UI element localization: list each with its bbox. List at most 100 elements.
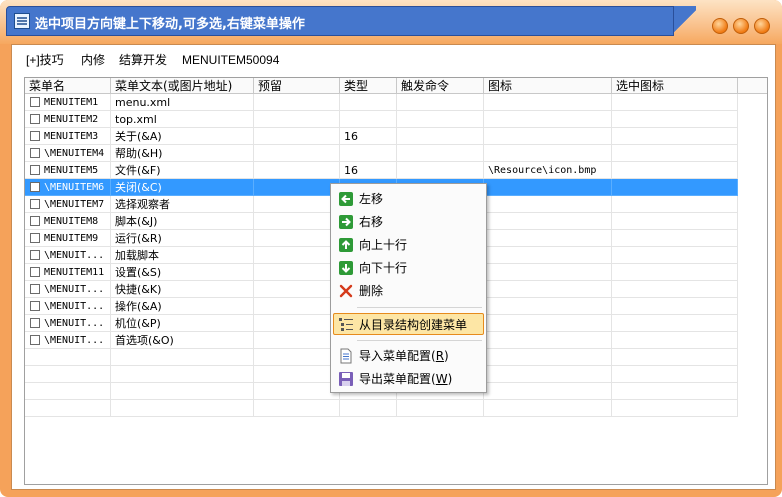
column-header-text[interactable]: 菜单文本(或图片地址) (111, 78, 254, 94)
row-checkbox[interactable] (30, 97, 40, 107)
row-checkbox[interactable] (30, 301, 40, 311)
cell-menu-text[interactable]: 关闭(&C) (111, 179, 254, 196)
cell-type[interactable] (340, 94, 397, 111)
cell-reserve[interactable] (254, 247, 340, 264)
cell-menu-name[interactable]: \MENUITEM4 (25, 145, 111, 162)
cell-reserve[interactable] (254, 111, 340, 128)
cell-menu-text[interactable]: menu.xml (111, 94, 254, 111)
cell-type[interactable] (340, 111, 397, 128)
row-checkbox[interactable] (30, 267, 40, 277)
row-checkbox[interactable] (30, 250, 40, 260)
cell-menu-text[interactable]: 脚本(&J) (111, 213, 254, 230)
cell-reserve[interactable] (254, 196, 340, 213)
cell-selected-icon[interactable] (612, 145, 738, 162)
cell-menu-name[interactable]: MENUITEM5 (25, 162, 111, 179)
cell-icon[interactable] (484, 264, 612, 281)
cell-menu-name[interactable]: MENUITEM1 (25, 94, 111, 111)
table-row[interactable]: MENUITEM2 top.xml (25, 111, 738, 128)
table-row[interactable]: MENUITEM1 menu.xml (25, 94, 738, 111)
cell-icon[interactable] (484, 179, 612, 196)
row-checkbox[interactable] (30, 318, 40, 328)
cell-icon[interactable]: \Resource\icon.bmp (484, 162, 612, 179)
cell-reserve[interactable] (254, 162, 340, 179)
cell-reserve[interactable] (254, 315, 340, 332)
cell-type[interactable] (340, 145, 397, 162)
row-checkbox[interactable] (30, 165, 40, 175)
cell-menu-name[interactable]: MENUITEM11 (25, 264, 111, 281)
cell-command[interactable] (397, 128, 484, 145)
row-checkbox[interactable] (30, 199, 40, 209)
cell-reserve[interactable] (254, 332, 340, 349)
menu-internal[interactable]: 内修 (81, 51, 105, 69)
column-header-name[interactable]: 菜单名 (25, 78, 111, 94)
ctx-import-config[interactable]: 导入菜单配置(R) (333, 345, 484, 367)
ctx-move-left[interactable]: 左移 (333, 188, 484, 210)
cell-icon[interactable] (484, 332, 612, 349)
row-checkbox[interactable] (30, 284, 40, 294)
column-header-selected-icon[interactable]: 选中图标 (612, 78, 738, 94)
ctx-move-right[interactable]: 右移 (333, 211, 484, 233)
cell-selected-icon[interactable] (612, 213, 738, 230)
cell-menu-name[interactable]: \MENUITEM7 (25, 196, 111, 213)
cell-menu-name[interactable]: MENUITEM3 (25, 128, 111, 145)
row-checkbox[interactable] (30, 182, 40, 192)
cell-selected-icon[interactable] (612, 111, 738, 128)
cell-selected-icon[interactable] (612, 230, 738, 247)
row-checkbox[interactable] (30, 216, 40, 226)
cell-reserve[interactable] (254, 264, 340, 281)
cell-menu-name[interactable]: \MENUIT... (25, 332, 111, 349)
cell-selected-icon[interactable] (612, 196, 738, 213)
cell-icon[interactable] (484, 145, 612, 162)
cell-reserve[interactable] (254, 128, 340, 145)
app-icon[interactable] (14, 13, 30, 29)
cell-menu-name[interactable]: MENUITEM8 (25, 213, 111, 230)
cell-reserve[interactable] (254, 281, 340, 298)
maximize-button[interactable] (733, 18, 749, 34)
cell-reserve[interactable] (254, 298, 340, 315)
cell-icon[interactable] (484, 213, 612, 230)
menu-menuitem50094[interactable]: MENUITEM50094 (182, 51, 279, 69)
column-header-command[interactable]: 触发命令 (397, 78, 484, 94)
table-row[interactable]: \MENUITEM4 帮助(&H) (25, 145, 738, 162)
table-row[interactable]: MENUITEM5 文件(&F) 16 \Resource\icon.bmp (25, 162, 738, 179)
minimize-button[interactable] (712, 18, 728, 34)
cell-icon[interactable] (484, 281, 612, 298)
cell-selected-icon[interactable] (612, 179, 738, 196)
cell-menu-name[interactable]: MENUITEM2 (25, 111, 111, 128)
cell-menu-text[interactable]: 操作(&A) (111, 298, 254, 315)
cell-menu-text[interactable]: 设置(&S) (111, 264, 254, 281)
close-button[interactable] (754, 18, 770, 34)
cell-command[interactable] (397, 94, 484, 111)
menu-settlement-dev[interactable]: 结算开发 (119, 51, 167, 69)
cell-selected-icon[interactable] (612, 94, 738, 111)
cell-menu-name[interactable]: \MENUIT... (25, 298, 111, 315)
cell-selected-icon[interactable] (612, 247, 738, 264)
ctx-delete[interactable]: 删除 (333, 280, 484, 302)
cell-command[interactable] (397, 145, 484, 162)
row-checkbox[interactable] (30, 148, 40, 158)
cell-icon[interactable] (484, 94, 612, 111)
cell-menu-text[interactable]: 文件(&F) (111, 162, 254, 179)
cell-reserve[interactable] (254, 213, 340, 230)
cell-menu-text[interactable]: 快捷(&K) (111, 281, 254, 298)
row-checkbox[interactable] (30, 131, 40, 141)
cell-icon[interactable] (484, 196, 612, 213)
cell-selected-icon[interactable] (612, 281, 738, 298)
cell-menu-text[interactable]: 关于(&A) (111, 128, 254, 145)
cell-icon[interactable] (484, 128, 612, 145)
cell-menu-text[interactable]: 帮助(&H) (111, 145, 254, 162)
cell-menu-text[interactable]: 运行(&R) (111, 230, 254, 247)
cell-type[interactable]: 16 (340, 128, 397, 145)
cell-menu-text[interactable]: top.xml (111, 111, 254, 128)
cell-menu-name[interactable]: \MENUITEM6 (25, 179, 111, 196)
row-checkbox[interactable] (30, 114, 40, 124)
cell-reserve[interactable] (254, 145, 340, 162)
column-header-reserve[interactable]: 预留 (254, 78, 340, 94)
cell-reserve[interactable] (254, 230, 340, 247)
cell-selected-icon[interactable] (612, 298, 738, 315)
ctx-down-ten-rows[interactable]: 向下十行 (333, 257, 484, 279)
title-bar[interactable]: 选中项目方向键上下移动,可多选,右键菜单操作 (6, 6, 674, 36)
cell-icon[interactable] (484, 111, 612, 128)
cell-icon[interactable] (484, 315, 612, 332)
cell-command[interactable] (397, 162, 484, 179)
